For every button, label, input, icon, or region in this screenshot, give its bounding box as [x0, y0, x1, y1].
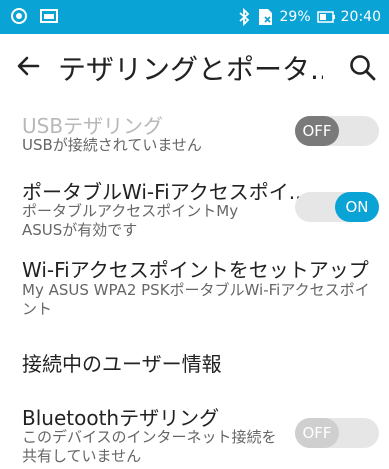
bluetooth-tethering-title: Bluetoothテザリング	[22, 406, 220, 430]
gallery-icon	[40, 9, 58, 23]
portable-wifi-toggle-label: ON	[335, 192, 379, 222]
list-item-usb-tethering: USBテザリング USBが接続されていません OFF	[0, 100, 389, 160]
usb-tethering-subtitle: USBが接続されていません	[22, 136, 202, 154]
portable-wifi-title: ポータブルWi-Fiアクセスポイ..	[22, 180, 302, 204]
portable-wifi-subtitle: ポータブルアクセスポイントMy ASUSが有効です	[22, 202, 239, 239]
usb-tethering-title: USBテザリング	[22, 114, 164, 138]
list-item-bluetooth-tethering[interactable]: Bluetoothテザリング このデバイスのインターネット接続を共有していません…	[0, 396, 389, 469]
wifi-setup-subtitle: My ASUS WPA2 PSKポータブルWi-Fiアクセスポイント	[22, 281, 370, 318]
list-item-connected-users[interactable]: 接続中のユーザー情報	[0, 330, 389, 386]
status-bar: 29% 20:40	[0, 0, 389, 34]
bluetooth-tethering-toggle[interactable]: OFF	[295, 418, 379, 448]
battery-icon	[316, 11, 335, 23]
list-item-portable-wifi[interactable]: ポータブルWi-Fiアクセスポイ.. ポータブルアクセスポイントMy ASUSが…	[0, 168, 389, 240]
page-title: テザリングとポータ...	[58, 53, 323, 86]
list-item-wifi-setup[interactable]: Wi-Fiアクセスポイントをセットアップ My ASUS WPA2 PSKポータ…	[0, 248, 389, 320]
battery-percent: 29%	[279, 9, 311, 25]
bluetooth-icon	[238, 8, 249, 26]
wifi-hotspot-icon	[11, 8, 27, 24]
wifi-setup-title: Wi-Fiアクセスポイントをセットアップ	[22, 258, 369, 282]
usb-tethering-toggle-label: OFF	[295, 116, 339, 146]
connected-users-title: 接続中のユーザー情報	[22, 352, 222, 376]
bluetooth-tethering-toggle-label: OFF	[295, 418, 339, 448]
clock: 20:40	[340, 9, 381, 25]
bluetooth-tethering-subtitle: このデバイスのインターネット接続を共有していません	[22, 428, 277, 465]
usb-tethering-toggle: OFF	[295, 116, 379, 146]
sim-no-signal-icon	[258, 9, 272, 25]
search-icon[interactable]	[347, 52, 379, 84]
back-arrow-icon[interactable]	[12, 50, 44, 82]
app-bar: テザリングとポータ...	[0, 34, 389, 100]
portable-wifi-toggle[interactable]: ON	[295, 192, 379, 222]
